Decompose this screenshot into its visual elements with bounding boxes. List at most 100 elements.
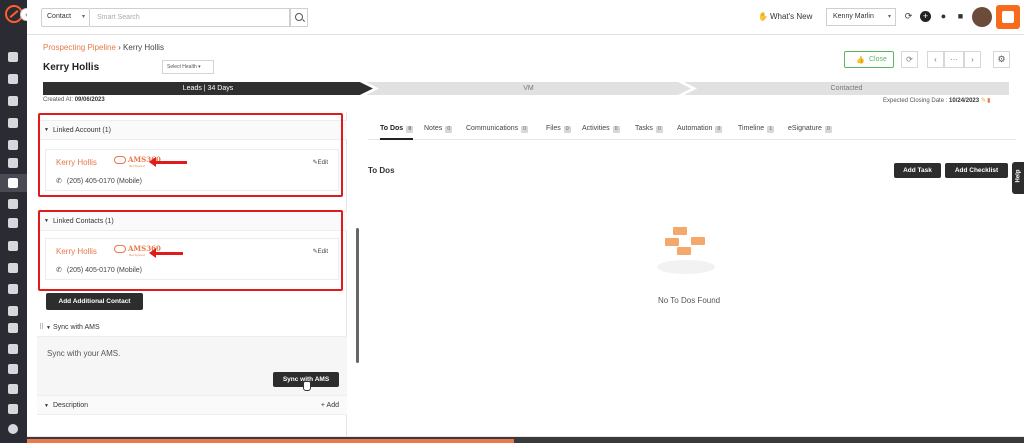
tab-todos[interactable]: To Dos 0 — [380, 125, 414, 133]
illustration-card — [665, 238, 679, 246]
drag-handle-icon[interactable]: ⠿ — [39, 323, 44, 331]
tab-activities[interactable]: Activities 0 — [582, 125, 620, 133]
help-tab[interactable]: Help — [1012, 162, 1024, 194]
stage-vm[interactable]: VM — [366, 82, 691, 95]
active-tab-indicator — [380, 138, 413, 140]
user-select[interactable]: Kenny Marlin ▾ — [826, 8, 896, 26]
tab-count: 1 — [767, 126, 775, 133]
breadcrumb-separator: › — [115, 43, 124, 52]
todos-section-title: To Dos — [368, 166, 395, 175]
avatar[interactable] — [972, 7, 992, 27]
next-deal-button[interactable]: › — [964, 51, 981, 68]
caret-down-icon: ▼ — [44, 403, 49, 409]
tab-label: Communications — [466, 125, 519, 132]
tab-count: 0 — [406, 126, 414, 133]
analytics-icon[interactable] — [8, 241, 18, 251]
search-type-select[interactable]: Contact ▾ — [41, 8, 90, 27]
illustration-card — [691, 237, 705, 245]
add-additional-contact-button[interactable]: Add Additional Contact — [46, 293, 143, 310]
red-arrow-icon — [149, 248, 183, 257]
chevron-down-icon: ▾ — [81, 14, 85, 20]
stage-leads[interactable]: Leads | 34 Days — [43, 82, 373, 95]
created-label: Created At: — [43, 97, 74, 103]
add-circle-icon[interactable]: + — [920, 11, 931, 22]
tab-communications[interactable]: Communications 0 — [466, 125, 529, 133]
stage-contacted[interactable]: Contacted — [684, 82, 1009, 95]
add-task-button[interactable]: Add Task — [894, 163, 941, 178]
add-description-button[interactable]: + Add — [321, 402, 339, 409]
help-circle-icon[interactable] — [8, 424, 18, 434]
chat-icon[interactable]: ■ — [955, 11, 966, 22]
institution-icon[interactable] — [8, 118, 18, 128]
gear-icon[interactable]: ⚙ — [993, 51, 1010, 68]
book-icon[interactable] — [8, 218, 18, 228]
tab-files[interactable]: Files 0 — [546, 125, 571, 133]
prev-deal-button[interactable]: ‹ — [927, 51, 944, 68]
user-name: Kenny Marlin — [833, 13, 874, 20]
filter-icon[interactable] — [8, 178, 18, 188]
add-checklist-button[interactable]: Add Checklist — [945, 163, 1008, 178]
tab-count: 0 — [715, 126, 723, 133]
documents-icon[interactable] — [8, 96, 18, 106]
file-icon[interactable] — [8, 306, 18, 316]
top-bar: Contact ▾ Smart Search ✋ What's New Kenny… — [27, 0, 1024, 35]
mail-icon[interactable] — [8, 344, 18, 354]
illustration-card — [673, 227, 687, 235]
bell-icon[interactable]: ● — [938, 11, 949, 22]
folder-icon[interactable] — [8, 263, 18, 273]
more-options-button[interactable]: ··· — [944, 51, 964, 68]
page-title: Kerry Hollis — [43, 62, 100, 73]
highlight-linked-account — [38, 113, 343, 197]
breadcrumb-pipeline-link[interactable]: Prospecting Pipeline — [43, 43, 116, 52]
tab-label: Files — [546, 125, 561, 132]
tab-count: 0 — [521, 126, 529, 133]
sync-ams-header[interactable]: ⠿ ▼ Sync with AMS — [37, 319, 347, 337]
whats-new-label: What's New — [769, 12, 813, 21]
automation-icon[interactable] — [8, 364, 18, 374]
calendar-icon[interactable] — [8, 323, 18, 333]
tab-count: 0 — [824, 126, 832, 133]
description-header[interactable]: ▼ Description + Add — [37, 395, 347, 415]
help-label: Help — [1015, 169, 1022, 183]
sync-ams-title: Sync with AMS — [53, 324, 100, 331]
tab-label: Automation — [677, 125, 713, 132]
breadcrumb-current: Kerry Hollis — [123, 43, 164, 52]
tab-timeline[interactable]: Timeline 1 — [738, 125, 775, 133]
left-panel-scrollbar[interactable] — [356, 228, 359, 363]
dashboard-icon[interactable] — [8, 52, 18, 62]
list-icon[interactable] — [8, 140, 18, 150]
edit-pencil-icon[interactable]: ✎ — [981, 98, 986, 104]
tab-esignature[interactable]: eSignature 0 — [788, 125, 832, 133]
tab-automation[interactable]: Automation 0 — [677, 125, 723, 133]
description-title: Description — [53, 402, 89, 409]
created-value: 09/06/2023 — [74, 97, 105, 103]
megaphone-icon[interactable] — [8, 199, 18, 209]
tab-tasks[interactable]: Tasks 0 — [635, 125, 663, 133]
chart-icon[interactable] — [8, 384, 18, 394]
tab-label: Notes — [424, 125, 443, 132]
right-panel: To Dos 0 Notes 0 Communications 0 Files 0 Ac… — [361, 120, 1016, 436]
main-content: Prospecting Pipeline › Kerry Hollis Kerr… — [27, 35, 1024, 436]
brand-app-icon[interactable] — [996, 5, 1020, 29]
expected-closing-date: Expected Closing Date : 10/24/2023 ✎▮ — [883, 97, 990, 104]
google-icon[interactable] — [8, 284, 18, 294]
tab-notes[interactable]: Notes 0 — [424, 125, 453, 133]
reports-icon[interactable] — [8, 158, 18, 168]
refresh-icon[interactable]: ⟳ — [903, 11, 914, 22]
video-progress-bar[interactable] — [27, 439, 514, 443]
tab-label: Tasks — [635, 125, 653, 132]
settings-icon[interactable] — [8, 404, 18, 414]
search-icon[interactable] — [290, 8, 308, 27]
smart-search-input[interactable]: Smart Search — [90, 8, 290, 27]
breadcrumb: Prospecting Pipeline › Kerry Hollis — [43, 43, 164, 52]
refresh-deal-icon[interactable]: ⟳ — [901, 51, 918, 68]
contacts-icon[interactable] — [8, 74, 18, 84]
red-arrow-icon — [149, 157, 187, 166]
hand-icon: ✋ — [758, 12, 768, 21]
empty-state-illustration — [657, 225, 715, 275]
close-deal-button[interactable]: 👍 Close — [844, 51, 894, 68]
whats-new-link[interactable]: ✋ What's New — [758, 12, 812, 21]
sidebar — [0, 0, 27, 443]
trash-icon[interactable]: ▮ — [987, 98, 990, 104]
health-select[interactable]: Select Health ▾ — [162, 60, 214, 74]
